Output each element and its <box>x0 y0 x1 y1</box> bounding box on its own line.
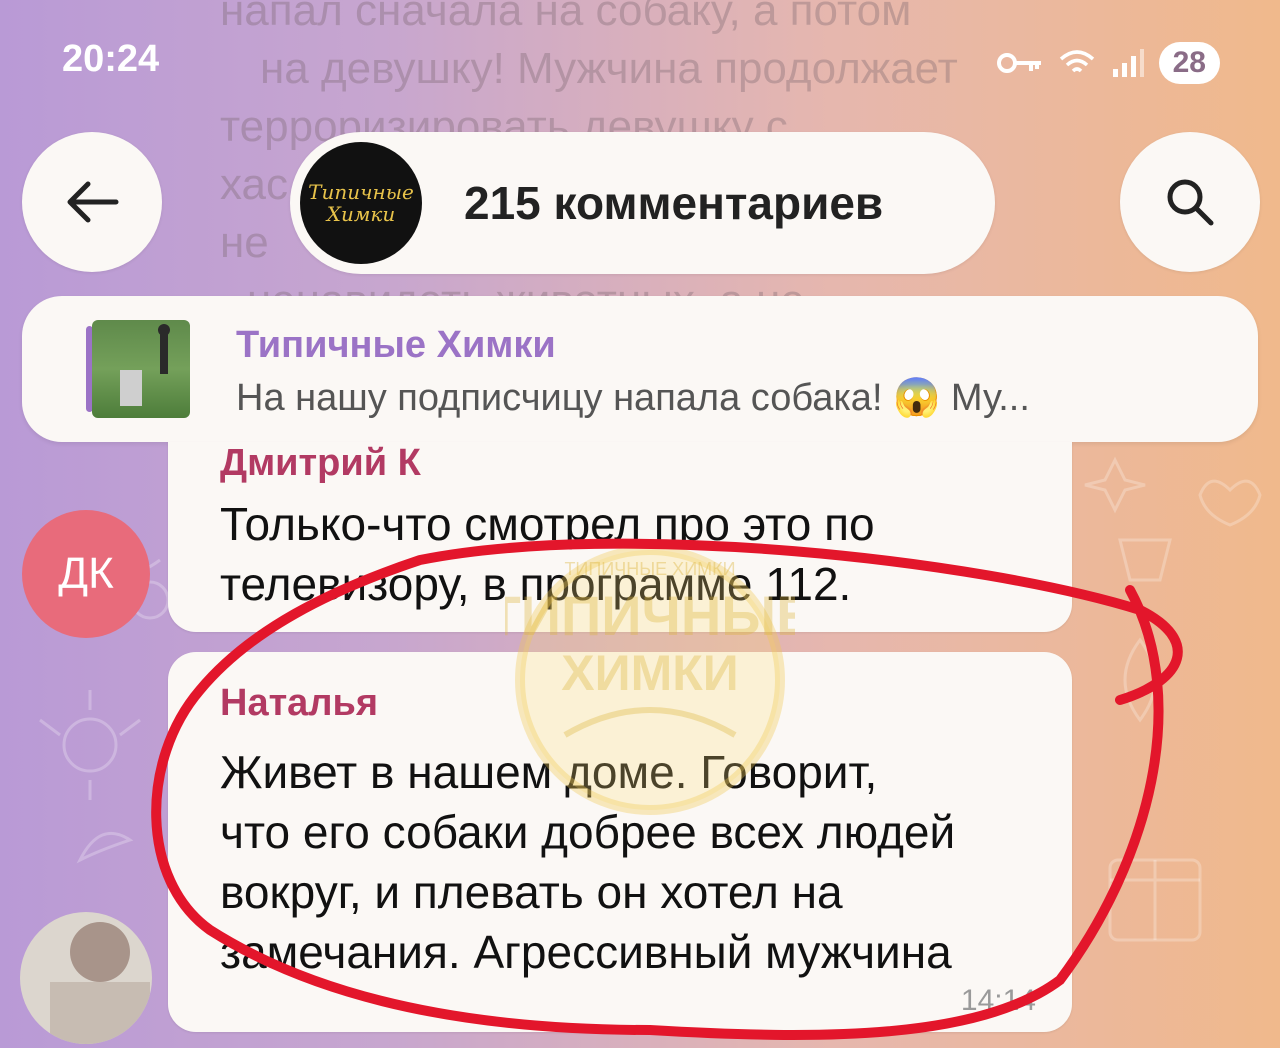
red-annotation-circle <box>151 538 1183 1040</box>
